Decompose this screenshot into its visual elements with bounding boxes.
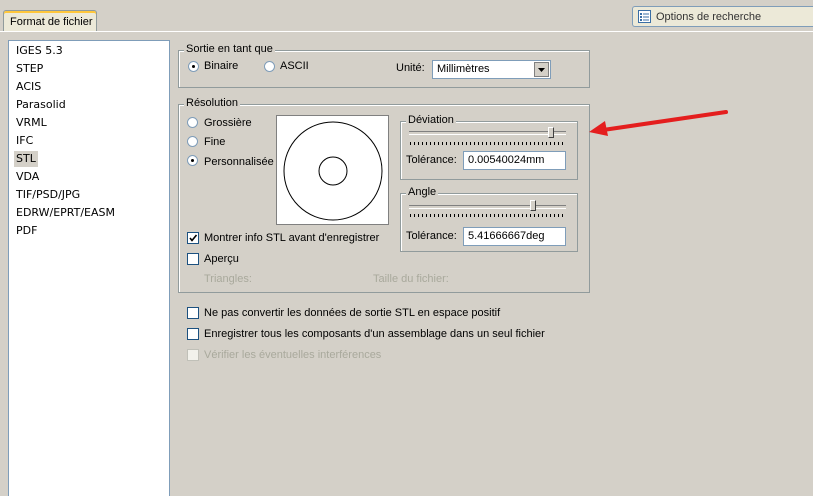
- angle-tolerance-label: Tolérance:: [406, 230, 457, 242]
- angle-slider-ticks: [410, 214, 565, 217]
- resolution-preview: [276, 115, 389, 225]
- custom-radio[interactable]: [187, 155, 198, 166]
- search-options-label: Options de recherche: [656, 11, 762, 23]
- show-info-checkbox[interactable]: [187, 232, 199, 244]
- format-item-tif-psd-jpg[interactable]: TIF/PSD/JPG: [14, 187, 82, 203]
- triangles-label: Triangles:: [204, 273, 252, 285]
- preview-checkbox[interactable]: [187, 253, 199, 265]
- tab-file-format[interactable]: Format de fichier: [3, 10, 97, 32]
- tab-divider: [0, 31, 813, 32]
- coarse-radio[interactable]: [187, 117, 198, 128]
- format-item-parasolid[interactable]: Parasolid: [14, 97, 68, 113]
- options-list-icon: [638, 10, 651, 23]
- deviation-tolerance-label: Tolérance:: [406, 154, 457, 166]
- binary-radio[interactable]: [188, 61, 199, 72]
- format-item-edrw[interactable]: EDRW/EPRT/EASM: [14, 205, 117, 221]
- fine-label: Fine: [204, 136, 226, 148]
- format-item-iges[interactable]: IGES 5.3: [14, 43, 65, 59]
- no-positive-space-label: Ne pas convertir les données de sortie S…: [204, 307, 501, 319]
- custom-label: Personnalisée: [204, 156, 274, 168]
- save-all-components-checkbox[interactable]: [187, 328, 199, 340]
- output-group-title: Sortie en tant que: [184, 43, 275, 55]
- angle-group-title: Angle: [406, 186, 439, 198]
- deviation-slider-ticks: [410, 142, 565, 145]
- deviation-group-title: Déviation: [406, 114, 456, 126]
- angle-tolerance-value: 5.41666667deg: [468, 230, 545, 242]
- fine-radio[interactable]: [187, 136, 198, 147]
- angle-slider-thumb[interactable]: [530, 200, 536, 211]
- deviation-tolerance-value: 0.00540024mm: [468, 154, 545, 166]
- coarse-label: Grossière: [204, 117, 252, 129]
- ring-preview-icon: [283, 121, 383, 221]
- format-item-step[interactable]: STEP: [14, 61, 45, 77]
- filesize-label: Taille du fichier:: [373, 273, 449, 285]
- ascii-radio[interactable]: [264, 61, 275, 72]
- search-options-button[interactable]: Options de recherche: [632, 6, 813, 27]
- format-item-vda[interactable]: VDA: [14, 169, 41, 185]
- format-item-acis[interactable]: ACIS: [14, 79, 43, 95]
- chevron-down-icon[interactable]: [534, 62, 549, 77]
- format-item-stl[interactable]: STL: [14, 151, 38, 167]
- ascii-label: ASCII: [280, 60, 309, 72]
- angle-slider-track[interactable]: [409, 205, 566, 209]
- no-positive-space-checkbox[interactable]: [187, 307, 199, 319]
- show-info-label: Montrer info STL avant d'enregistrer: [204, 232, 380, 244]
- binary-label: Binaire: [204, 60, 239, 72]
- tab-label: Format de fichier: [10, 16, 93, 28]
- checkmark-icon: [189, 234, 198, 242]
- annotation-arrow-icon: [589, 110, 728, 136]
- deviation-slider-track[interactable]: [409, 131, 566, 135]
- unit-select-value: Millimètres: [437, 63, 490, 75]
- angle-tolerance-input[interactable]: 5.41666667deg: [463, 227, 566, 246]
- unit-label: Unité:: [396, 62, 425, 74]
- format-item-ifc[interactable]: IFC: [14, 133, 35, 149]
- deviation-tolerance-input[interactable]: 0.00540024mm: [463, 151, 566, 170]
- unit-select[interactable]: Millimètres: [432, 60, 551, 79]
- format-item-pdf[interactable]: PDF: [14, 223, 39, 239]
- deviation-slider-thumb[interactable]: [548, 127, 554, 138]
- check-interferences-checkbox[interactable]: [187, 349, 199, 361]
- format-list[interactable]: IGES 5.3 STEP ACIS Parasolid VRML IFC ST…: [8, 40, 170, 496]
- save-all-components-label: Enregistrer tous les composants d'un ass…: [204, 328, 545, 340]
- preview-label: Aperçu: [204, 253, 239, 265]
- resolution-group-title: Résolution: [184, 97, 240, 109]
- format-item-vrml[interactable]: VRML: [14, 115, 49, 131]
- check-interferences-label: Vérifier les éventuelles interférences: [204, 349, 382, 361]
